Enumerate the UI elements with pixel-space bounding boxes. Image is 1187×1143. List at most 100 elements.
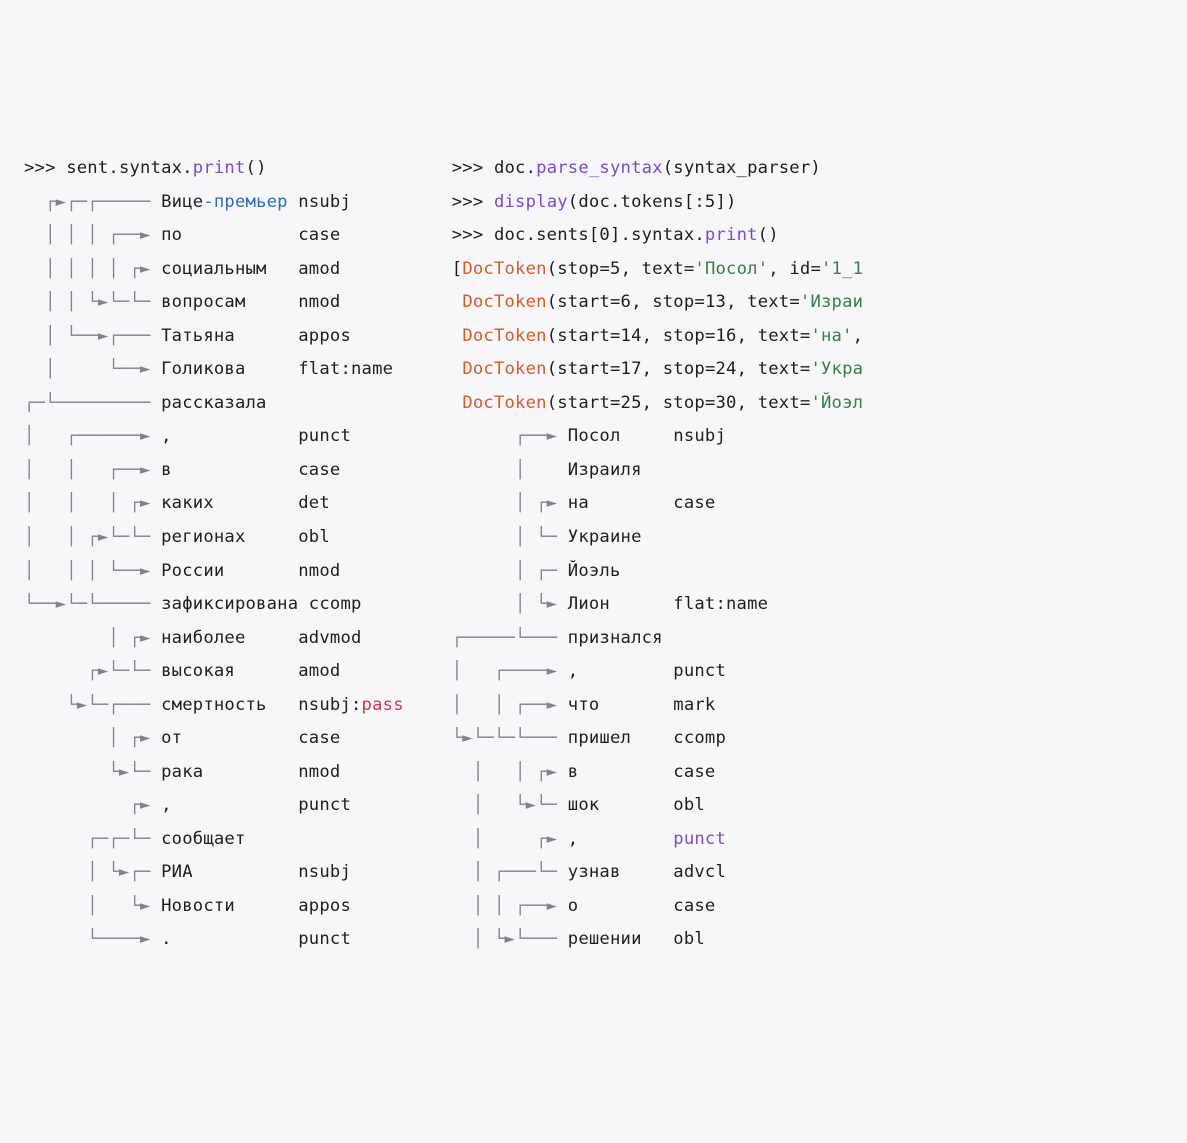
tree-relation: advmod: [298, 628, 361, 648]
tree-word: РИА: [161, 862, 298, 882]
t1b: DocToken: [462, 259, 546, 279]
tree-branch: │ └►┌─: [24, 862, 161, 882]
call-name: print: [193, 158, 246, 178]
t4d: 17: [621, 359, 642, 379]
tree-word: Новости: [161, 896, 298, 916]
tree-relation: case: [298, 225, 340, 245]
tree-relation: nsubj: [673, 426, 726, 446]
t3e: , stop=: [642, 326, 716, 346]
r2-mid: (doc.tokens[:: [568, 192, 705, 212]
tree-relation: det: [298, 493, 330, 513]
t4g: , text=: [737, 359, 811, 379]
tree-word: пришел: [568, 728, 673, 748]
tree-relation: case: [673, 896, 715, 916]
right-column: >>> doc.parse_syntax(syntax_parser)>>> d…: [452, 152, 863, 957]
tree-relation: case: [673, 493, 715, 513]
tree-word: Израиля: [568, 460, 642, 480]
t5a: [452, 393, 463, 413]
tree-branch: │ │ │ │ ┌►: [24, 259, 161, 279]
t4h: 'Укра: [810, 359, 863, 379]
tree-relation: appos: [298, 896, 351, 916]
t5g: , text=: [737, 393, 811, 413]
call-prefix: sent.syntax.: [66, 158, 193, 178]
tree-word: шок: [568, 795, 673, 815]
tree-word: зафиксирована: [161, 594, 298, 614]
r1-prefix: >>> doc.: [452, 158, 536, 178]
tree-word: вопросам: [161, 292, 298, 312]
tree-relation: ccomp: [673, 728, 726, 748]
tree-branch: ┌►: [24, 795, 161, 815]
tree-branch: ┌►┌─┌─────: [24, 192, 161, 212]
tree-word: ,: [568, 661, 673, 681]
t5e: , stop=: [642, 393, 716, 413]
tree-relation: case: [298, 728, 340, 748]
tree-word: Голикова: [161, 359, 298, 379]
tree-relation: punct: [298, 929, 351, 949]
tree-branch: │ └►└───: [452, 929, 568, 949]
t1f: 'Посол': [694, 259, 768, 279]
tree-word: Лион: [568, 594, 673, 614]
tree-branch: │ │ │ ┌►: [24, 493, 161, 513]
tree-branch: │ │ ┌──►: [452, 896, 568, 916]
prompt: >>>: [24, 158, 66, 178]
tree-word: ,: [161, 795, 298, 815]
tree-branch: ┌─└─────────: [24, 393, 161, 413]
tree-branch: └►└─┌───: [24, 695, 161, 715]
t3a: [452, 326, 463, 346]
r3-call: print: [705, 225, 758, 245]
tree-branch: │ │ └►└─└─: [24, 292, 161, 312]
t1h: '1_1: [821, 259, 863, 279]
tree-word: регионах: [161, 527, 298, 547]
r1-call: parse_syntax: [536, 158, 663, 178]
t2h: 'Израи: [800, 292, 863, 312]
tree-word: в: [568, 762, 673, 782]
tree-branch: │ │ ┌►: [452, 762, 568, 782]
r2-end: ]): [715, 192, 736, 212]
t1e: , text=: [621, 259, 695, 279]
tree-word: каких: [161, 493, 298, 513]
t4f: 24: [716, 359, 737, 379]
tree-branch: ┌──►: [452, 426, 568, 446]
t2c: (start=: [547, 292, 621, 312]
tree-branch: ┌►└─└─: [24, 661, 161, 681]
tree-relation: flat:name: [673, 594, 768, 614]
t2f: 13: [705, 292, 726, 312]
t3h: 'на': [810, 326, 852, 346]
tree-relation: nmod: [298, 561, 340, 581]
t3i: ,: [853, 326, 864, 346]
t2a: [452, 292, 463, 312]
tree-word: на: [568, 493, 673, 513]
r2-prompt: >>>: [452, 192, 494, 212]
tree-relation: obl: [673, 929, 705, 949]
r2-call: display: [494, 192, 568, 212]
t5d: 25: [621, 393, 642, 413]
tree-word: социальным: [161, 259, 298, 279]
tree-relation: amod: [298, 661, 340, 681]
tree-relation-pass: pass: [362, 695, 404, 715]
t3d: 14: [621, 326, 642, 346]
tree-word: по: [161, 225, 298, 245]
tree-word: Посол: [568, 426, 673, 446]
tree-branch: │ │ │ └──►: [24, 561, 161, 581]
t4e: , stop=: [642, 359, 716, 379]
tree-relation: case: [298, 460, 340, 480]
t5f: 30: [716, 393, 737, 413]
call-suffix: (): [246, 158, 267, 178]
tree-branch: └──►└─└─────: [24, 594, 161, 614]
t2e: , stop=: [631, 292, 705, 312]
tree-word: Вице: [161, 192, 203, 212]
r3-prefix: >>> doc.sents[: [452, 225, 600, 245]
t4a: [452, 359, 463, 379]
tree-branch: │ ┌►: [24, 728, 161, 748]
r2-num: 5: [705, 192, 716, 212]
t3b: DocToken: [462, 326, 546, 346]
tree-relation: mark: [673, 695, 715, 715]
tree-branch: │ │ ┌──►: [452, 695, 568, 715]
tree-relation: nmod: [298, 292, 340, 312]
t1d: 5: [610, 259, 621, 279]
tree-word: ,: [161, 426, 298, 446]
r3-num: 0: [599, 225, 610, 245]
tree-word: о: [568, 896, 673, 916]
tree-branch: ┌─────└───: [452, 628, 568, 648]
left-syntax-tree: ┌►┌─┌───── Вице-премьер nsubj │ │ │ ┌──►…: [24, 186, 404, 957]
